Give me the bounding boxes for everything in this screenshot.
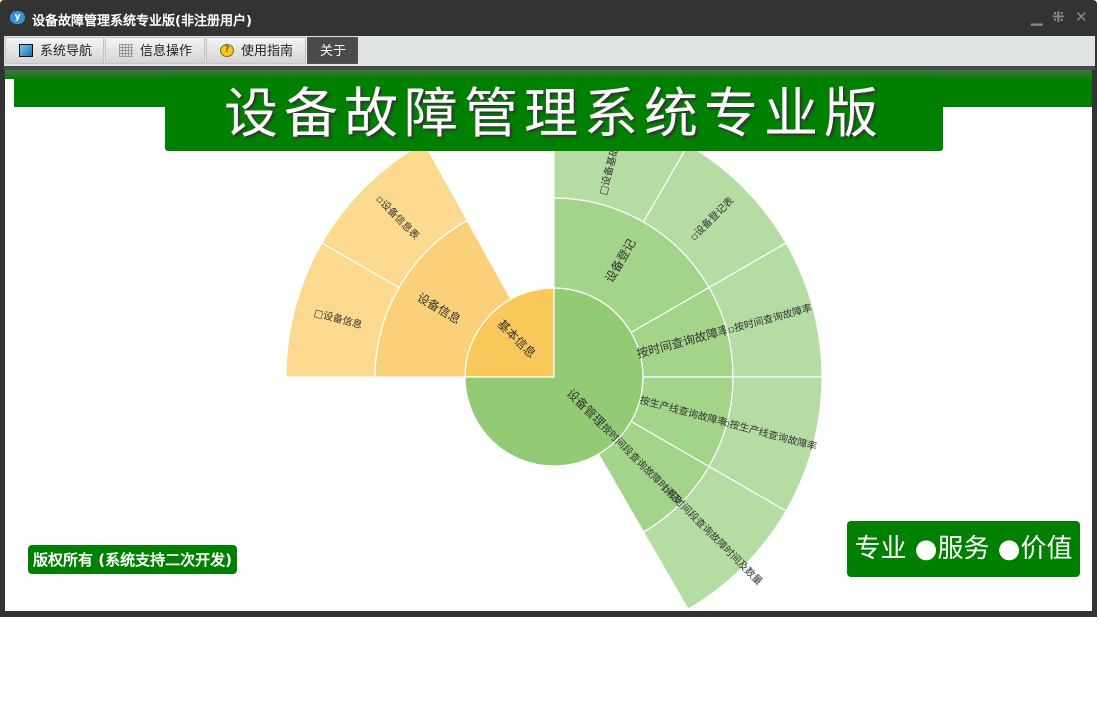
app-window: y 设备故障管理系统专业版(非注册用户) ▁ ⁜ ✕ 系统导航 信息操作 ? 使用…: [0, 0, 1097, 617]
tab-label: 使用指南: [241, 44, 294, 59]
minimize-icon[interactable]: ▁: [1031, 8, 1043, 26]
slogan-label: 专业 ●服务 ●价值: [847, 521, 1080, 577]
tab-label: 系统导航: [40, 44, 93, 59]
tab-bar: 系统导航 信息操作 ? 使用指南 关于: [4, 36, 1095, 66]
tab-label: 关于: [320, 44, 347, 59]
app-logo-icon: y: [10, 11, 25, 24]
close-icon[interactable]: ✕: [1075, 8, 1088, 26]
tab-system-nav[interactable]: 系统导航: [5, 37, 104, 64]
window-title: 设备故障管理系统专业版(非注册用户): [32, 14, 252, 29]
restore-icon[interactable]: ⁜: [1052, 8, 1065, 26]
tab-user-guide[interactable]: ? 使用指南: [206, 37, 306, 64]
page-title: 设备故障管理系统专业版: [165, 77, 943, 151]
content-area: 基本信息 设备管理 设备信息 设备登记 按时间查询故障率 按生产线查询故障率 按时间段查询故…: [5, 70, 1092, 611]
tab-info-ops[interactable]: 信息操作: [105, 37, 205, 64]
monitor-icon: [19, 44, 33, 57]
grid-icon: [119, 44, 133, 57]
help-icon: ?: [220, 44, 234, 57]
tab-label: 信息操作: [140, 44, 193, 59]
title-bar: y 设备故障管理系统专业版(非注册用户) ▁ ⁜ ✕: [0, 0, 1097, 36]
copyright-label: 版权所有 (系统支持二次开发): [28, 545, 237, 574]
tab-about[interactable]: 关于: [307, 37, 358, 64]
